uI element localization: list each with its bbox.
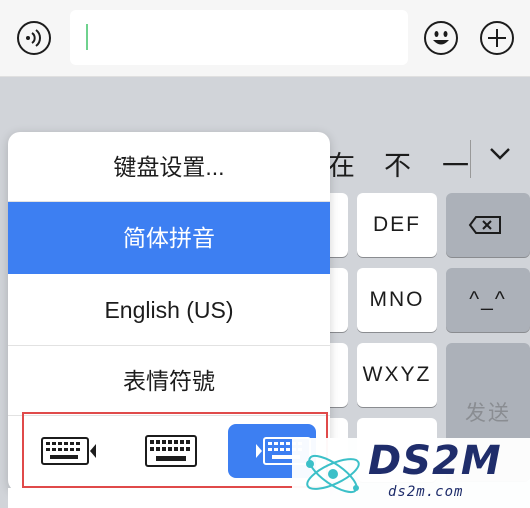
watermark-url: ds2m.com <box>388 484 464 500</box>
key-mno[interactable]: MNO <box>357 268 437 332</box>
candidate-item[interactable]: 在 <box>328 144 355 183</box>
plus-icon <box>488 29 506 47</box>
candidate-divider <box>470 140 471 178</box>
candidate-item[interactable]: 不 <box>384 144 411 183</box>
menu-item-english-us[interactable]: English (US) <box>8 274 330 346</box>
annotation-highlight-box <box>22 412 328 488</box>
backspace-icon <box>468 216 501 234</box>
key-wxyz[interactable]: WXYZ <box>357 343 437 407</box>
input-bar <box>0 0 530 77</box>
key-def[interactable]: DEF <box>357 193 437 257</box>
atom-logo-icon <box>306 454 360 494</box>
delete-key[interactable] <box>446 193 530 257</box>
candidate-item[interactable]: 一 <box>442 144 469 183</box>
more-button[interactable] <box>480 21 514 55</box>
emoji-button[interactable] <box>424 21 458 55</box>
text-caret <box>86 24 88 50</box>
popup-stem <box>8 488 330 508</box>
smiley-icon <box>433 31 449 45</box>
voice-input-button[interactable] <box>17 21 51 55</box>
chevron-down-icon[interactable] <box>486 140 514 168</box>
watermark-logo: DS2M <box>368 438 502 484</box>
watermark: DS2M ds2m.com <box>292 438 530 508</box>
menu-item-simplified-pinyin[interactable]: 简体拼音 <box>8 202 330 274</box>
menu-item-emoji[interactable]: 表情符號 <box>8 346 330 416</box>
message-input[interactable] <box>70 10 408 65</box>
emoticon-key[interactable]: ^_^ <box>446 268 530 332</box>
menu-item-keyboard-settings[interactable]: 键盘设置... <box>8 132 330 202</box>
voice-icon <box>26 29 41 47</box>
